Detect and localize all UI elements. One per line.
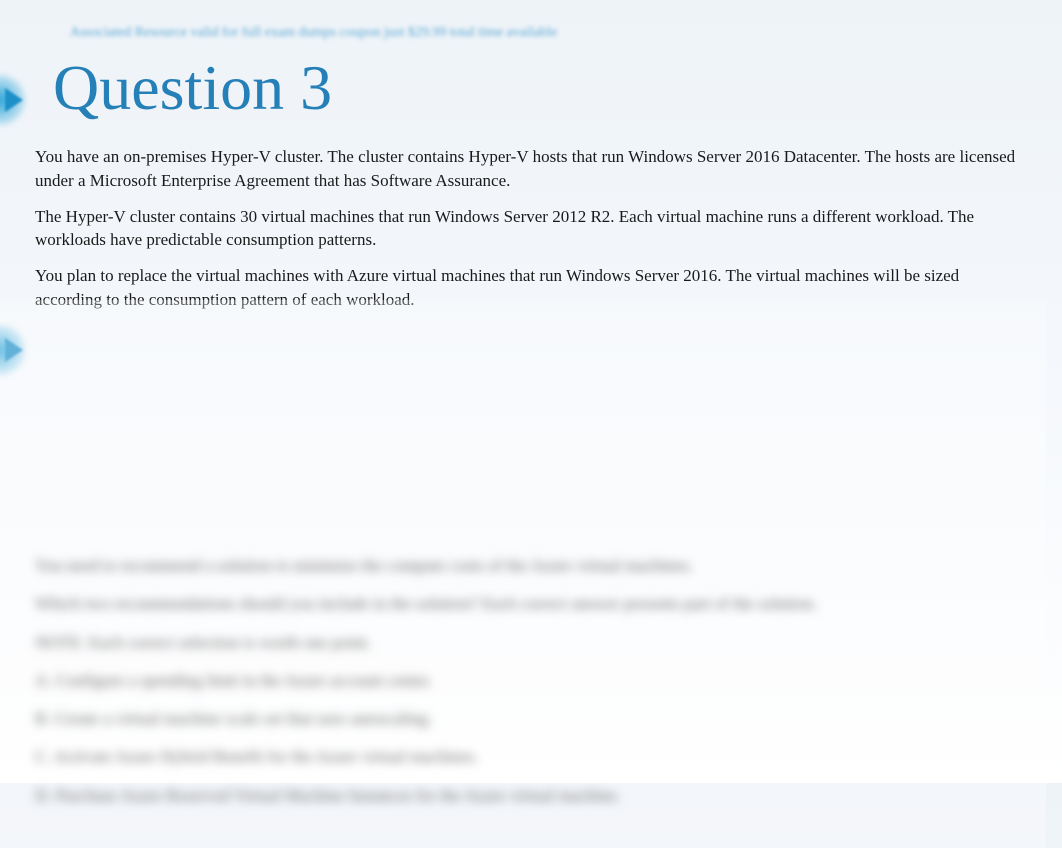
blurred-question-content: You need to recommend a solution to mini… — [35, 550, 1011, 812]
question-title: Question 3 — [53, 51, 1027, 125]
blurred-line: C. Activate Azure Hybrid Benefit for the… — [35, 741, 1011, 773]
blurred-line: NOTE: Each correct selection is worth on… — [35, 627, 1011, 659]
locked-content-overlay: You need to recommend a solution to mini… — [0, 300, 1046, 848]
page-content: Associated Resource valid for full exam … — [0, 0, 1062, 349]
blurred-line: D. Purchase Azure Reserved Virtual Machi… — [35, 780, 1011, 812]
breadcrumb-link[interactable]: Associated Resource valid for full exam … — [70, 25, 1027, 41]
blurred-line: A. Configure a spending limit in the Azu… — [35, 665, 1011, 697]
blurred-line: B. Create a virtual machine scale set th… — [35, 703, 1011, 735]
question-paragraph-1: You have an on-premises Hyper-V cluster.… — [35, 145, 1027, 193]
blurred-line: You need to recommend a solution to mini… — [35, 550, 1011, 582]
question-paragraph-2: The Hyper-V cluster contains 30 virtual … — [35, 205, 1027, 253]
blurred-line: Which two recommendations should you inc… — [35, 588, 1011, 620]
